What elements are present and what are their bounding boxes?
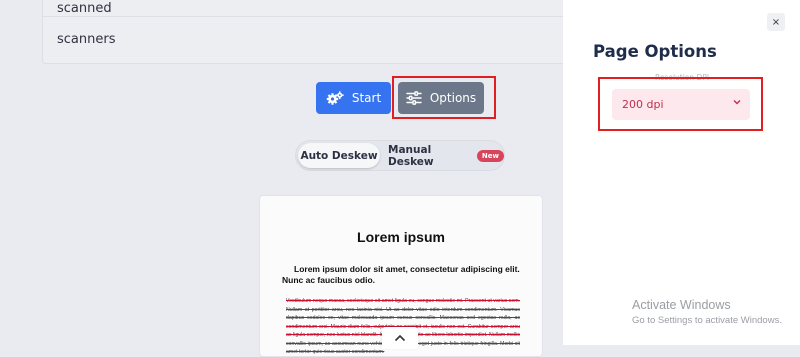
file-list: scanned scanners [42,0,604,64]
scroll-up-button[interactable] [382,327,418,349]
close-icon[interactable]: × [767,13,785,31]
manual-deskew-label: Manual Deskew [388,143,434,168]
resolution-highlight [598,77,763,131]
windows-activate-title: Activate Windows [632,298,731,312]
auto-deskew-tab[interactable]: Auto Deskew [298,143,380,168]
document-lead: Lorem ipsum dolor sit amet, consectetur … [282,264,520,286]
manual-deskew-tab[interactable]: Manual Deskew New [388,141,504,170]
windows-activate-text: Go to Settings to activate Windows. [632,315,782,326]
new-badge: New [476,149,504,162]
list-divider [43,16,603,17]
options-highlight [392,76,496,119]
list-item-scanned[interactable]: scanned [57,1,112,16]
chevron-up-icon [394,334,406,342]
list-item-scanners[interactable]: scanners [57,32,115,47]
gears-icon [326,90,344,106]
start-button[interactable]: Start [316,82,391,114]
document-title: Lorem ipsum [357,229,445,245]
panel-title: Page Options [593,42,717,61]
start-label: Start [351,91,382,105]
deskew-toggle: Auto Deskew Manual Deskew New [295,140,505,171]
